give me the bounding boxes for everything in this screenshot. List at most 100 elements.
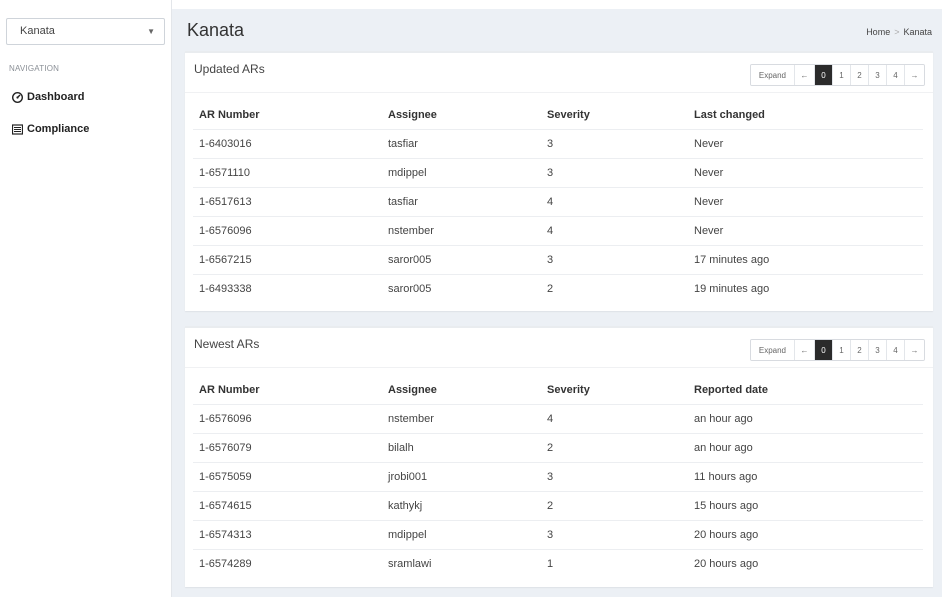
table-row[interactable]: 1-6574615 kathykj 2 15 hours ago <box>193 491 923 521</box>
table-row[interactable]: 1-6517613 tasfiar 4 Never <box>193 187 923 217</box>
page-3-button[interactable]: 3 <box>868 340 886 360</box>
column-header-ar-number[interactable]: AR Number <box>193 376 382 405</box>
prev-page-button[interactable]: ← <box>794 65 814 85</box>
column-header-ar-number[interactable]: AR Number <box>193 101 382 130</box>
severity-cell: 3 <box>541 462 688 492</box>
ar-number-cell: 1-6574289 <box>199 557 252 570</box>
prev-page-button[interactable]: ← <box>794 340 814 360</box>
severity-cell: 4 <box>541 216 688 246</box>
assignee-cell: kathykj <box>382 491 541 521</box>
column-header-reported-date[interactable]: Reported date <box>688 376 923 405</box>
newest-ars-panel: Newest ARs Expand ← 0 1 2 3 4 → AR Numbe… <box>185 326 933 587</box>
table-row[interactable]: 1-6571110 mdippel 3 Never <box>193 158 923 188</box>
expand-button[interactable]: Expand <box>750 340 794 360</box>
last-changed-cell: Never <box>688 129 923 159</box>
severity-cell: 3 <box>541 158 688 188</box>
ar-number-cell: 1-6574615 <box>193 491 382 521</box>
severity-cell: 3 <box>541 245 688 275</box>
sidebar-item-label: Compliance <box>27 123 90 135</box>
column-header-assignee[interactable]: Assignee <box>382 101 541 130</box>
assignee-cell: bilalh <box>382 433 541 463</box>
page-2-button[interactable]: 2 <box>850 65 868 85</box>
ar-number-cell: 1-6576096 <box>193 404 382 434</box>
assignee-cell: saror005 <box>382 245 541 275</box>
assignee-cell: tasfiar <box>382 129 541 159</box>
panel-title: Newest ARs <box>194 337 260 351</box>
severity-cell: 3 <box>541 520 688 550</box>
ar-number-cell: 1-6403016 <box>193 129 382 159</box>
updated-ars-table: AR Number Assignee Severity Last changed… <box>193 101 923 303</box>
assignee-cell: saror005 <box>388 282 432 295</box>
next-page-button[interactable]: → <box>904 340 924 360</box>
breadcrumb-home[interactable]: Home <box>866 27 890 37</box>
page-4-button[interactable]: 4 <box>886 340 904 360</box>
breadcrumb-separator: > <box>894 27 900 37</box>
ar-number-cell: 1-6493338 <box>199 282 252 295</box>
table-row[interactable]: 1-6576096 nstember 4 an hour ago <box>193 404 923 434</box>
ar-number-cell: 1-6571110 <box>193 158 382 188</box>
page-1-button[interactable]: 1 <box>832 65 850 85</box>
reported-date-cell: an hour ago <box>688 433 923 463</box>
page-1-button[interactable]: 1 <box>832 340 850 360</box>
column-header-assignee[interactable]: Assignee <box>382 376 541 405</box>
table-row[interactable]: 1-6493338 saror005 2 19 minutes ago <box>193 274 923 303</box>
column-header-severity[interactable]: Severity <box>541 101 688 130</box>
assignee-cell: sramlawi <box>388 557 432 570</box>
assignee-cell: tasfiar <box>382 187 541 217</box>
page-0-button[interactable]: 0 <box>814 65 832 85</box>
next-page-button[interactable]: → <box>904 65 924 85</box>
assignee-cell: nstember <box>382 404 541 434</box>
table-row[interactable]: 1-6575059 jrobi001 3 11 hours ago <box>193 462 923 492</box>
table-row[interactable]: 1-6403016 tasfiar 3 Never <box>193 129 923 159</box>
ar-number-cell: 1-6567215 <box>193 245 382 275</box>
ar-number-cell: 1-6576096 <box>193 216 382 246</box>
pager: Expand ← 0 1 2 3 4 → <box>749 339 925 361</box>
ar-number-cell: 1-6517613 <box>193 187 382 217</box>
sidebar: Kanata ▼ NAVIGATION Dashboard Compliance <box>0 0 172 597</box>
table-row[interactable]: 1-6567215 saror005 3 17 minutes ago <box>193 245 923 275</box>
last-changed-cell: Never <box>688 187 923 217</box>
ar-number-cell: 1-6575059 <box>193 462 382 492</box>
breadcrumb-current: Kanata <box>903 27 932 37</box>
page-4-button[interactable]: 4 <box>886 65 904 85</box>
breadcrumb: Home > Kanata <box>866 27 932 37</box>
dashboard-icon <box>12 91 23 103</box>
last-changed-cell: Never <box>688 216 923 246</box>
updated-ars-panel: Updated ARs Expand ← 0 1 2 3 4 → AR Numb… <box>185 51 933 311</box>
assignee-cell: jrobi001 <box>382 462 541 492</box>
table-row[interactable]: 1-6574313 mdippel 3 20 hours ago <box>193 520 923 550</box>
page-0-button[interactable]: 0 <box>814 340 832 360</box>
site-select-value: Kanata <box>20 25 55 37</box>
page-3-button[interactable]: 3 <box>868 65 886 85</box>
divider <box>185 92 933 93</box>
newest-ars-table: AR Number Assignee Severity Reported dat… <box>193 376 923 578</box>
table-header-row: AR Number Assignee Severity Last changed <box>193 101 923 130</box>
reported-date-cell: an hour ago <box>688 404 923 434</box>
reported-date-cell: 20 hours ago <box>694 557 759 570</box>
severity-cell: 1 <box>547 557 554 570</box>
last-changed-cell: 19 minutes ago <box>694 282 770 295</box>
severity-cell: 2 <box>547 282 554 295</box>
ar-number-cell: 1-6574313 <box>193 520 382 550</box>
table-row[interactable]: 1-6574289 sramlawi 1 20 hours ago <box>193 549 923 578</box>
sidebar-item-compliance[interactable]: Compliance <box>12 121 89 137</box>
column-header-severity[interactable]: Severity <box>541 376 688 405</box>
site-select[interactable]: Kanata ▼ <box>6 18 165 45</box>
last-changed-cell: 17 minutes ago <box>688 245 923 275</box>
page-title: Kanata <box>187 20 245 40</box>
severity-cell: 3 <box>541 129 688 159</box>
panel-title: Updated ARs <box>194 62 265 76</box>
table-row[interactable]: 1-6576096 nstember 4 Never <box>193 216 923 246</box>
caret-down-icon: ▼ <box>147 27 155 36</box>
table-row[interactable]: 1-6576079 bilalh 2 an hour ago <box>193 433 923 463</box>
last-changed-cell: Never <box>688 158 923 188</box>
sidebar-item-dashboard[interactable]: Dashboard <box>12 89 84 105</box>
page-2-button[interactable]: 2 <box>850 340 868 360</box>
reported-date-cell: 11 hours ago <box>688 462 923 492</box>
assignee-cell: mdippel <box>382 158 541 188</box>
expand-button[interactable]: Expand <box>750 65 794 85</box>
top-strip <box>172 0 942 9</box>
column-header-last-changed[interactable]: Last changed <box>688 101 923 130</box>
reported-date-cell: 20 hours ago <box>688 520 923 550</box>
severity-cell: 2 <box>541 433 688 463</box>
